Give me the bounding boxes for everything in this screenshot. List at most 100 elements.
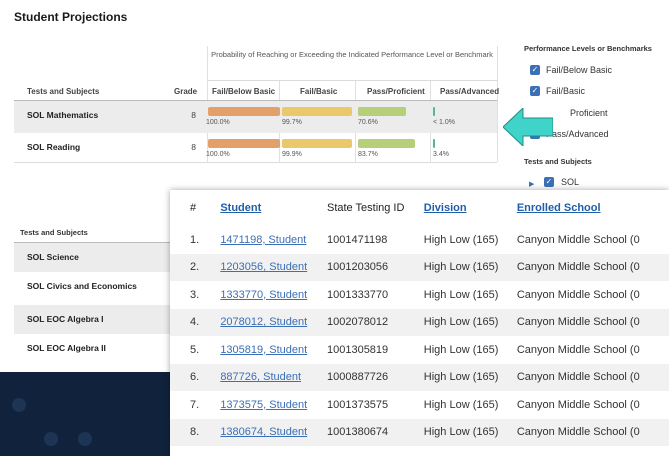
row-number: 6. [190,371,200,384]
table-row[interactable]: 3. 1333770, Student 1001333770 High Low (16… [170,281,669,309]
division-cell-cell: High Low (165) [423,363,517,391]
enrolled-school-cell: Canyon Middle School (0 [516,343,640,356]
division-cell: High Low (165) [423,233,499,246]
legend-heading: Performance Levels or Benchmarks [524,44,652,53]
student-link-cell[interactable]: 1203056, Student [220,253,327,281]
tests-heading: Tests and Subjects [524,157,592,166]
tests-item-sol: SOL [561,177,580,187]
sort-school-link[interactable]: Enrolled School [517,202,601,214]
row-number: 8. [190,426,200,439]
student-link[interactable]: 887726, Student [220,371,301,383]
state-testing-id-cell: 1002078012 [326,308,424,336]
sort-division-link[interactable]: Division [424,202,467,214]
division-cell: High Low (165) [423,398,499,411]
table-row[interactable]: 6. 887726, Student 1000887726 High Low (165… [170,363,669,391]
legend-item: Fail/Basic [546,86,586,96]
row-subject: SOL Reading [27,142,81,152]
state-testing-id-cell: 1001203056 [326,253,424,281]
state-testing-id-cell: 1001333770 [327,281,424,309]
decorative-dot [44,432,58,446]
state-testing-id-cell: 1001471198 [327,226,424,254]
table-row[interactable]: 5. 1305819, Student 1001305819 High Low (16… [170,336,669,364]
list-item[interactable]: SOL EOC Algebra II [14,334,174,363]
student-link-cell[interactable]: 2078012, Student [220,308,327,336]
state-testing-id: 1001305819 [326,343,389,356]
row-number: 2. [190,261,200,274]
page-title: Student Projections [14,10,128,24]
decorative-dot [78,432,92,446]
checkbox-check-icon[interactable]: ✓ [530,65,540,75]
probability-bar [433,139,435,148]
list-item[interactable]: SOL EOC Algebra I [14,305,174,334]
student-link[interactable]: 1471198, Student [220,234,306,246]
division-cell-cell: High Low (165) [423,308,517,336]
student-link[interactable]: 1373575, Student [220,399,307,411]
student-link-cell[interactable]: 1471198, Student [220,226,327,254]
row-number-cell: 7. [170,391,220,419]
row-grade: 8 [191,142,196,152]
state-testing-id: 1002078012 [326,316,389,329]
student-link-cell[interactable]: 1373575, Student [220,391,327,419]
header-school[interactable]: Enrolled School [517,190,669,226]
list-item[interactable]: SOL Civics and Economics [14,272,174,301]
student-link[interactable]: 1305819, Student [220,344,307,356]
enrolled-school-cell: Canyon Middle School (0 [516,316,640,329]
division-cell-cell: High Low (165) [424,226,517,254]
student-link[interactable]: 2078012, Student [220,316,307,328]
row-number-cell: 4. [170,308,221,336]
student-link[interactable]: 1333770, Student [220,289,307,301]
probability-bar [282,139,352,148]
enrolled-school-cell: Canyon Middle School (0 [516,398,640,411]
student-link-cell[interactable]: 1380674, Student [220,418,327,446]
division-cell: High Low (165) [423,343,499,356]
caret-right-icon[interactable]: ▶ [529,180,534,188]
col-pass-advanced: Pass/Advanced [440,87,500,96]
state-testing-id: 1001380674 [326,426,389,439]
table-row[interactable]: 4. 2078012, Student 1002078012 High Low (16… [170,308,669,336]
probability-bar [208,107,280,116]
student-link-cell[interactable]: 1333770, Student [220,281,327,309]
enrolled-school-cell-cell: Canyon Middle School (0 [517,336,669,364]
legend-item: Pass/Advanced [546,129,609,139]
enrolled-school-cell-cell: Canyon Middle School (0 [517,391,669,419]
row-grade: 8 [191,110,196,120]
header-student[interactable]: Student [220,190,327,226]
row-number-cell: 1. [170,226,220,254]
state-testing-id-cell: 1000887726 [326,363,424,391]
header-division[interactable]: Division [424,190,517,226]
table-row[interactable]: 2. 1203056, Student 1001203056 High Low (16… [170,253,669,281]
pointer-arrow-icon [503,108,553,146]
column-divider [497,46,498,162]
list-item[interactable]: SOL Science [14,243,174,272]
pct-label: 3.4% [433,151,449,158]
pct-label: < 1.0% [433,119,455,126]
col-fail-basic: Fail/Basic [300,87,338,96]
student-link-cell[interactable]: 887726, Student [220,363,327,391]
enrolled-school-cell: Canyon Middle School (0 [516,371,640,384]
table-row[interactable]: 7. 1373575, Student 1001373575 High Low (16… [170,391,669,419]
header-state-id-label: State Testing ID [326,202,405,214]
enrolled-school-cell-cell: Canyon Middle School (0 [517,226,669,254]
student-link[interactable]: 1203056, Student [220,261,307,273]
state-testing-id-cell: 1001305819 [327,336,424,364]
decorative-dot [12,398,26,412]
state-testing-id: 1001203056 [326,261,389,274]
student-link[interactable]: 1380674, Student [220,426,307,438]
checkbox-check-icon[interactable]: ✓ [544,177,554,187]
sort-student-link[interactable]: Student [220,202,261,214]
col-tests-subjects: Tests and Subjects [27,87,100,96]
table-row[interactable]: 1. 1471198, Student 1001471198 High Low (16… [170,226,669,254]
state-testing-id-cell: 1001373575 [327,391,424,419]
table-row[interactable]: 8. 1380674, Student 1001380674 High Low (16… [170,418,669,446]
row-divider [14,162,497,163]
division-cell: High Low (165) [423,371,499,384]
checkbox-check-icon[interactable]: ✓ [530,86,540,96]
state-testing-id-cell: 1001380674 [326,418,424,446]
row-number-cell: 6. [170,363,221,391]
student-list-card: # Student State Testing ID Division Enro… [170,190,669,456]
enrolled-school-cell-cell: Canyon Middle School (0 [516,253,669,281]
probability-header: Probability of Reaching or Exceeding the… [211,50,493,59]
student-link-cell[interactable]: 1305819, Student [220,336,327,364]
division-cell-cell: High Low (165) [423,253,517,281]
header-num: # [190,202,197,214]
